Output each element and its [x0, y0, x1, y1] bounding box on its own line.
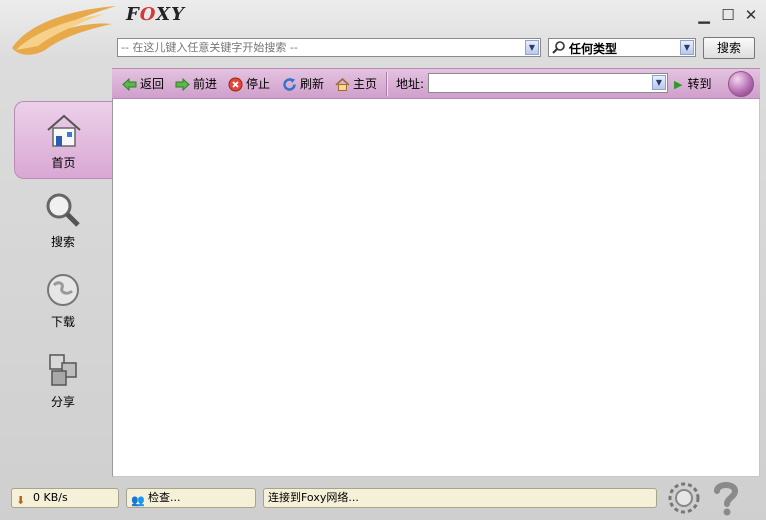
check-value: 检查...	[148, 491, 181, 504]
app-brand: FOXY	[126, 4, 185, 25]
stop-icon	[228, 77, 243, 92]
back-arrow-icon	[122, 77, 137, 92]
refresh-icon	[283, 78, 296, 91]
home-button[interactable]: 主页	[335, 75, 377, 93]
address-field[interactable]: ▼	[428, 73, 668, 93]
sidebar-item-label: 搜索	[50, 235, 75, 249]
download-arrow-icon: ⬇	[16, 493, 26, 507]
back-button[interactable]: 返回	[122, 75, 164, 93]
goto-button[interactable]: ▶ 转到	[674, 75, 711, 94]
speed-value: 0 KB/s	[33, 491, 68, 504]
stop-label: 停止	[246, 77, 271, 91]
search-input[interactable]	[118, 39, 524, 56]
connection-value: 连接到Foxy网络...	[268, 491, 359, 504]
toolbar-divider	[386, 72, 388, 96]
globe-button[interactable]	[728, 71, 754, 97]
speed-status: ⬇ 0 KB/s	[11, 488, 119, 508]
connection-status: 连接到Foxy网络...	[263, 488, 657, 508]
search-type-value: 任何类型	[569, 42, 618, 56]
address-label: 地址:	[396, 77, 425, 91]
users-icon: 👥	[131, 493, 145, 507]
chevron-down-icon[interactable]: ▼	[652, 75, 666, 90]
sidebar-item-download[interactable]: 下载	[14, 261, 112, 339]
cubes-icon	[49, 354, 77, 386]
home-label: 主页	[353, 77, 378, 91]
home-icon	[46, 114, 81, 147]
sidebar-item-label: 下载	[50, 315, 75, 329]
forward-button[interactable]: 前进	[175, 75, 217, 93]
browser-content-area[interactable]	[112, 99, 760, 477]
forward-label: 前进	[193, 77, 218, 91]
sidebar-item-search[interactable]: 搜索	[14, 181, 112, 259]
refresh-button[interactable]: 刷新	[282, 75, 324, 93]
refresh-label: 刷新	[300, 77, 325, 91]
chevron-down-icon[interactable]: ▼	[680, 40, 694, 55]
foxy-logo-icon	[12, 6, 116, 55]
close-button[interactable]: ✕	[741, 6, 761, 24]
home-icon	[335, 77, 350, 91]
search-keyword-combo[interactable]: ▼	[117, 38, 541, 57]
help-icon[interactable]	[708, 478, 744, 518]
forward-arrow-icon	[175, 77, 190, 92]
search-icon	[552, 41, 565, 54]
back-label: 返回	[140, 77, 165, 91]
gear-icon[interactable]	[666, 480, 702, 516]
goto-label: 转到	[687, 77, 712, 91]
minimize-button[interactable]: ▁	[694, 6, 714, 24]
globe-icon	[47, 274, 79, 306]
sidebar-item-label: 首页	[51, 156, 76, 170]
browser-toolbar: 返回 前进 停止 刷新 主页 地址: ▼ ▶ 转到	[112, 68, 760, 99]
maximize-button[interactable]: ☐	[718, 6, 738, 24]
sidebar-item-share[interactable]: 分享	[14, 341, 112, 419]
play-arrow-icon: ▶	[674, 78, 683, 91]
sidebar-item-home[interactable]: 首页	[14, 101, 112, 179]
check-status: 👥 检查...	[126, 488, 256, 508]
sidebar-item-label: 分享	[50, 395, 75, 409]
foxy-window: FOXY ▁ ☐ ✕ ▼ 任何类型 ▼ 搜索 返回 前进 停止 刷新 主页	[0, 0, 766, 520]
stop-button[interactable]: 停止	[228, 75, 270, 93]
search-type-select[interactable]: 任何类型 ▼	[548, 38, 696, 57]
magnifier-icon	[46, 193, 80, 227]
chevron-down-icon[interactable]: ▼	[525, 40, 539, 55]
search-button[interactable]: 搜索	[703, 37, 755, 59]
